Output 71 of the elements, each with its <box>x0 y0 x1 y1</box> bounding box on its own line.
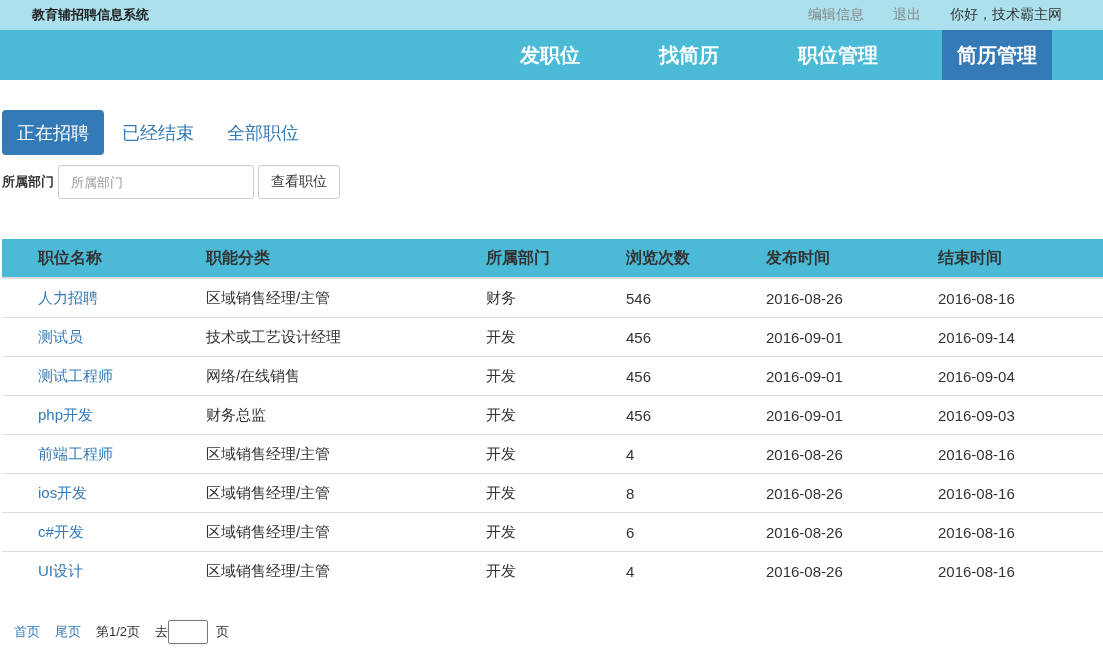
tab[interactable]: 正在招聘 <box>2 110 104 155</box>
table-cell-text: 2016-09-01 <box>766 328 844 346</box>
table-cell-text: 开发 <box>486 327 517 347</box>
table-cell-text: 8 <box>626 484 636 502</box>
table-cell-text: 2016-08-26 <box>766 445 844 463</box>
table-cell-text: 开发 <box>486 444 517 464</box>
last-page-link[interactable]: 尾页 <box>55 623 81 641</box>
column-header: 所属部门 <box>486 247 551 268</box>
job-title-link[interactable]: 人力招聘 <box>38 288 98 308</box>
department-input[interactable]: 所属部门 <box>58 165 254 199</box>
table-cell-text: 区域销售经理/主管 <box>206 483 332 503</box>
job-title-link[interactable]: ios开发 <box>38 483 88 503</box>
table-cell-text: 2016-08-26 <box>766 523 844 541</box>
header-link[interactable]: 退出 <box>893 6 921 24</box>
table-cell-text: 财务总监 <box>206 405 267 425</box>
table-cell-text: 区域销售经理/主管 <box>206 444 332 464</box>
table-cell-text: 2016-09-01 <box>766 406 844 424</box>
table-cell-text: 546 <box>626 289 653 307</box>
table-cell-text: 区域销售经理/主管 <box>206 522 332 542</box>
header-link[interactable]: 编辑信息 <box>808 6 864 24</box>
nav-item[interactable]: 简历管理 <box>942 30 1052 80</box>
table-cell-text: 财务 <box>486 288 517 308</box>
job-title-link[interactable]: UI设计 <box>38 561 83 581</box>
table-cell-text: 2016-08-16 <box>938 445 1016 463</box>
table-cell-text: 区域销售经理/主管 <box>206 288 332 308</box>
table-cell-text: 网络/在线销售 <box>206 366 302 386</box>
table-cell-text: 2016-08-26 <box>766 289 844 307</box>
table-cell-text: 4 <box>626 562 636 580</box>
table-cell-text: 技术或工艺设计经理 <box>206 327 342 347</box>
job-title-link[interactable]: 测试工程师 <box>38 366 113 386</box>
column-header: 职位名称 <box>38 247 103 268</box>
table-cell-text: 456 <box>626 328 653 346</box>
table-cell-text: 2016-08-16 <box>938 562 1016 580</box>
greeting-text: 你好，技术霸主网 <box>950 6 1062 24</box>
table-cell-text: 开发 <box>486 483 517 503</box>
table-cell-text: 2016-08-26 <box>766 484 844 502</box>
table-cell-text: 开发 <box>486 405 517 425</box>
table-cell-text: 2016-09-03 <box>938 406 1016 424</box>
page-info: 第1/2页 <box>96 623 141 641</box>
table-cell-text: 2016-09-14 <box>938 328 1016 346</box>
page-number-input[interactable] <box>168 620 209 644</box>
table-cell-text: 2016-09-01 <box>766 367 844 385</box>
page-unit-label: 页 <box>216 623 230 641</box>
job-title-link[interactable]: 前端工程师 <box>38 444 113 464</box>
first-page-link[interactable]: 首页 <box>14 623 40 641</box>
job-title-link[interactable]: php开发 <box>38 405 94 425</box>
goto-label: 去 <box>155 623 169 641</box>
view-jobs-button[interactable]: 查看职位 <box>258 165 340 199</box>
table-cell-text: 2016-08-26 <box>766 562 844 580</box>
table-cell-text: 2016-09-04 <box>938 367 1016 385</box>
job-title-link[interactable]: 测试员 <box>38 327 83 347</box>
column-header: 结束时间 <box>938 247 1003 268</box>
table-cell-text: 6 <box>626 523 636 541</box>
table-cell-text: 456 <box>626 367 653 385</box>
table-cell-text: 2016-08-16 <box>938 484 1016 502</box>
table-cell-text: 开发 <box>486 522 517 542</box>
site-title: 教育辅招聘信息系统 <box>32 6 149 24</box>
department-label: 所属部门 <box>2 173 54 191</box>
table-cell-text: 开发 <box>486 366 517 386</box>
table-cell-text: 4 <box>626 445 636 463</box>
table-cell-text: 区域销售经理/主管 <box>206 561 332 581</box>
job-title-link[interactable]: c#开发 <box>38 522 84 542</box>
column-header: 职能分类 <box>206 247 271 268</box>
column-header: 发布时间 <box>766 247 831 268</box>
table-cell-text: 456 <box>626 406 653 424</box>
column-header: 浏览次数 <box>626 247 691 268</box>
table-cell-text: 2016-08-16 <box>938 523 1016 541</box>
tab[interactable]: 全部职位 <box>212 110 314 155</box>
table-cell-text: 开发 <box>486 561 517 581</box>
tab[interactable]: 已经结束 <box>107 110 209 155</box>
table-cell-text: 2016-08-16 <box>938 289 1016 307</box>
